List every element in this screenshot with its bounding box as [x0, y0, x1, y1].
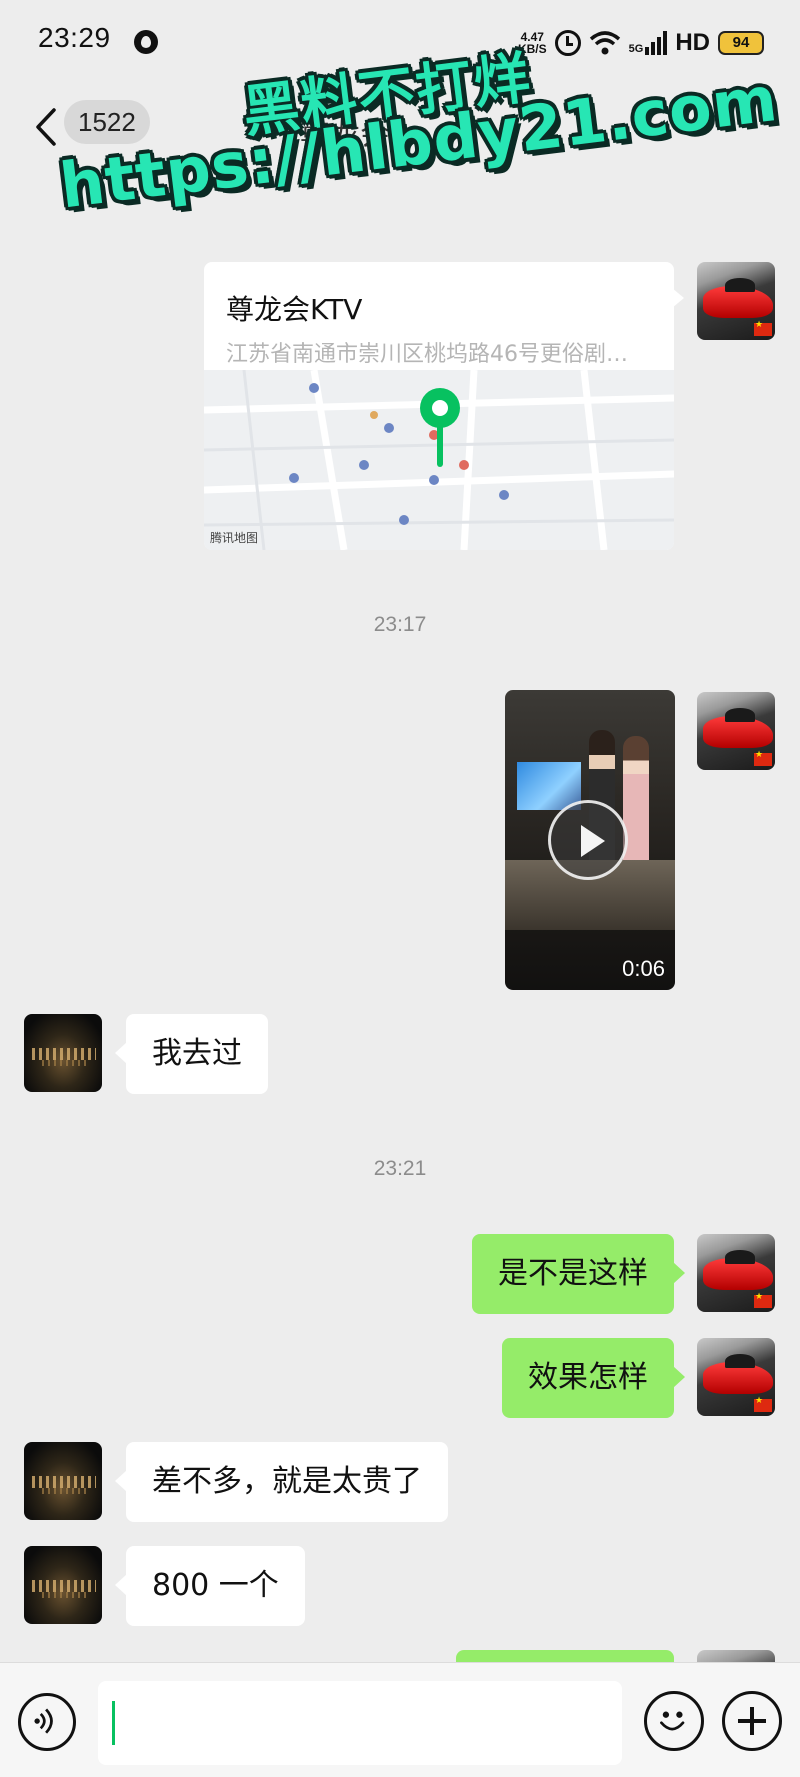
- video-person: [623, 736, 649, 872]
- video-duration: 0:06: [622, 956, 665, 981]
- incoming-message[interactable]: 我去过: [115, 1014, 268, 1094]
- location-map: 腾讯地图: [204, 370, 674, 550]
- back-chevron-icon[interactable]: [28, 104, 68, 150]
- battery-icon: 94: [718, 31, 764, 55]
- self-avatar[interactable]: [697, 262, 775, 340]
- alarm-clock-icon: [554, 30, 581, 56]
- video-message[interactable]: 0:06: [505, 690, 675, 990]
- timestamp: 23:21: [373, 1157, 427, 1180]
- voice-icon[interactable]: [18, 1693, 76, 1751]
- self-avatar[interactable]: [697, 692, 775, 770]
- unread-count-badge[interactable]: 1522: [64, 100, 150, 144]
- signal-bars-icon: [645, 31, 668, 55]
- notification-icon: [134, 30, 158, 54]
- location-bubble-tail: [672, 288, 684, 308]
- friend-avatar[interactable]: [24, 1546, 102, 1624]
- message-input[interactable]: [98, 1681, 622, 1765]
- text-caret: [112, 1701, 115, 1745]
- location-address: 江苏省南通市崇川区桃坞路46号更俗剧…: [226, 342, 628, 367]
- emoji-icon[interactable]: [644, 1691, 704, 1751]
- status-icons: 4.47 KB/S 5G HD 94: [518, 26, 764, 60]
- play-icon[interactable]: [548, 800, 628, 880]
- status-time: 23:29: [38, 22, 111, 53]
- incoming-message[interactable]: 差不多，就是太贵了: [115, 1442, 448, 1522]
- self-avatar[interactable]: [697, 1338, 775, 1416]
- location-message-card[interactable]: 尊龙会KTV 江苏省南通市崇川区桃坞路46号更俗剧… 腾讯地图: [204, 262, 674, 550]
- incoming-message[interactable]: 800 一个: [115, 1546, 305, 1626]
- outgoing-message[interactable]: 是不是这样: [472, 1234, 685, 1314]
- signal-label: 5G: [628, 43, 644, 55]
- map-provider-label: 腾讯地图: [210, 530, 258, 545]
- friend-avatar[interactable]: [24, 1442, 102, 1520]
- wifi-icon: [589, 31, 620, 55]
- friend-avatar[interactable]: [24, 1014, 102, 1092]
- self-avatar[interactable]: [697, 1234, 775, 1312]
- location-name: 尊龙会KTV: [226, 293, 363, 326]
- hd-label: HD: [675, 29, 710, 56]
- chat-input-bar: [0, 1662, 800, 1777]
- outgoing-message[interactable]: 效果怎样: [502, 1338, 685, 1418]
- timestamp: 23:17: [373, 613, 427, 636]
- plus-icon[interactable]: [722, 1691, 782, 1751]
- signal-group: 5G: [629, 31, 668, 55]
